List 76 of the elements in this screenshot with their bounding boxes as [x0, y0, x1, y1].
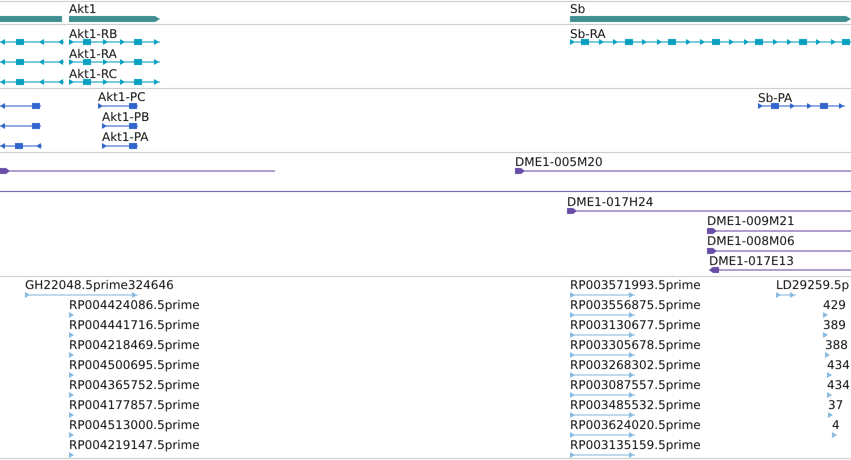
feature-label: RP004218469.5prime: [69, 338, 200, 352]
feature-label: 429: [823, 298, 846, 312]
feature-label: RP003268302.5prime: [570, 358, 701, 372]
est-feature: [570, 391, 635, 399]
feature-label: Akt1-RC: [69, 67, 117, 81]
feature-label: Akt1-RA: [69, 47, 117, 61]
protein-feature: [102, 122, 138, 130]
feature-label: Akt1-PC: [98, 90, 146, 104]
feature-label: RP004441716.5prime: [69, 318, 200, 332]
protein-feature: [98, 102, 138, 110]
protein-feature: [0, 122, 41, 130]
feature-label: Akt1-PA: [102, 130, 149, 144]
feature-label: RP004513000.5prime: [69, 418, 200, 432]
protein-feature: [0, 102, 41, 110]
feature-label: RP004177857.5prime: [69, 398, 200, 412]
feature-label: Sb-RA: [570, 27, 606, 41]
feature-label: RP003556875.5prime: [570, 298, 701, 312]
est-feature: [825, 351, 831, 359]
feature-label: 434: [827, 378, 850, 392]
feature-label: LD29259.5p: [776, 278, 850, 292]
feature-label: 388: [825, 338, 848, 352]
est-feature: [570, 311, 635, 319]
feature-label: RP004424086.5prime: [69, 298, 200, 312]
est-feature: [69, 311, 75, 319]
est-feature: [828, 411, 834, 419]
protein-feature: [0, 142, 42, 150]
est-feature: [69, 431, 75, 439]
feature-label: RP004219147.5prime: [69, 438, 200, 452]
feature-label: GH22048.5prime324646: [25, 278, 174, 292]
est-feature: [823, 311, 829, 319]
feature-label: RP003485532.5prime: [570, 398, 701, 412]
est-feature: [69, 351, 75, 359]
feature-label: Sb-PA: [758, 91, 792, 105]
feature-label: RP004365752.5prime: [69, 378, 200, 392]
est-feature: [776, 291, 796, 299]
feature-label: DME1-017E13: [709, 254, 794, 268]
feature-label: RP003305678.5prime: [570, 338, 701, 352]
feature-label: 37: [828, 398, 844, 412]
feature-label: RP003571993.5prime: [570, 278, 701, 292]
est-feature: [69, 331, 75, 339]
gene-feature: [0, 15, 62, 23]
transcript-feature: [0, 38, 64, 46]
feature-label: RP003135159.5prime: [570, 438, 701, 452]
est-feature: [69, 451, 75, 459]
est-feature: [69, 371, 75, 379]
feature-label: 389: [823, 318, 846, 332]
feature-label: 4: [832, 418, 840, 432]
est-feature: [827, 371, 833, 379]
est-feature: [570, 451, 635, 459]
est-feature: [570, 411, 635, 419]
est-feature: [570, 371, 635, 379]
protein-feature: [102, 142, 138, 150]
est-feature: [570, 331, 635, 339]
feature-label: Sb: [570, 2, 586, 16]
est-feature: [570, 351, 635, 359]
feature-label: DME1-005M20: [515, 155, 603, 169]
feature-label: RP004500695.5prime: [69, 358, 200, 372]
feature-label: RP003087557.5prime: [570, 378, 701, 392]
feature-label: RP003130677.5prime: [570, 318, 701, 332]
feature-label: RP003624020.5prime: [570, 418, 701, 432]
transcript-feature: [0, 58, 64, 66]
feature-label: Akt1: [69, 2, 96, 16]
feature-label: DME1-017H24: [567, 195, 654, 209]
feature-label: DME1-009M21: [707, 214, 795, 228]
est-feature: [827, 391, 833, 399]
est-feature: [570, 291, 635, 299]
feature-label: Akt1-PB: [102, 110, 150, 124]
feature-label: Akt1-RB: [69, 27, 118, 41]
est-feature: [823, 331, 829, 339]
transcript-feature: [0, 78, 64, 86]
feature-label: DME1-008M06: [707, 234, 795, 248]
est-feature: [69, 391, 75, 399]
est-feature: [69, 411, 75, 419]
est-feature: [832, 431, 838, 439]
est-feature: [570, 431, 635, 439]
feature-label: 434: [827, 358, 850, 372]
